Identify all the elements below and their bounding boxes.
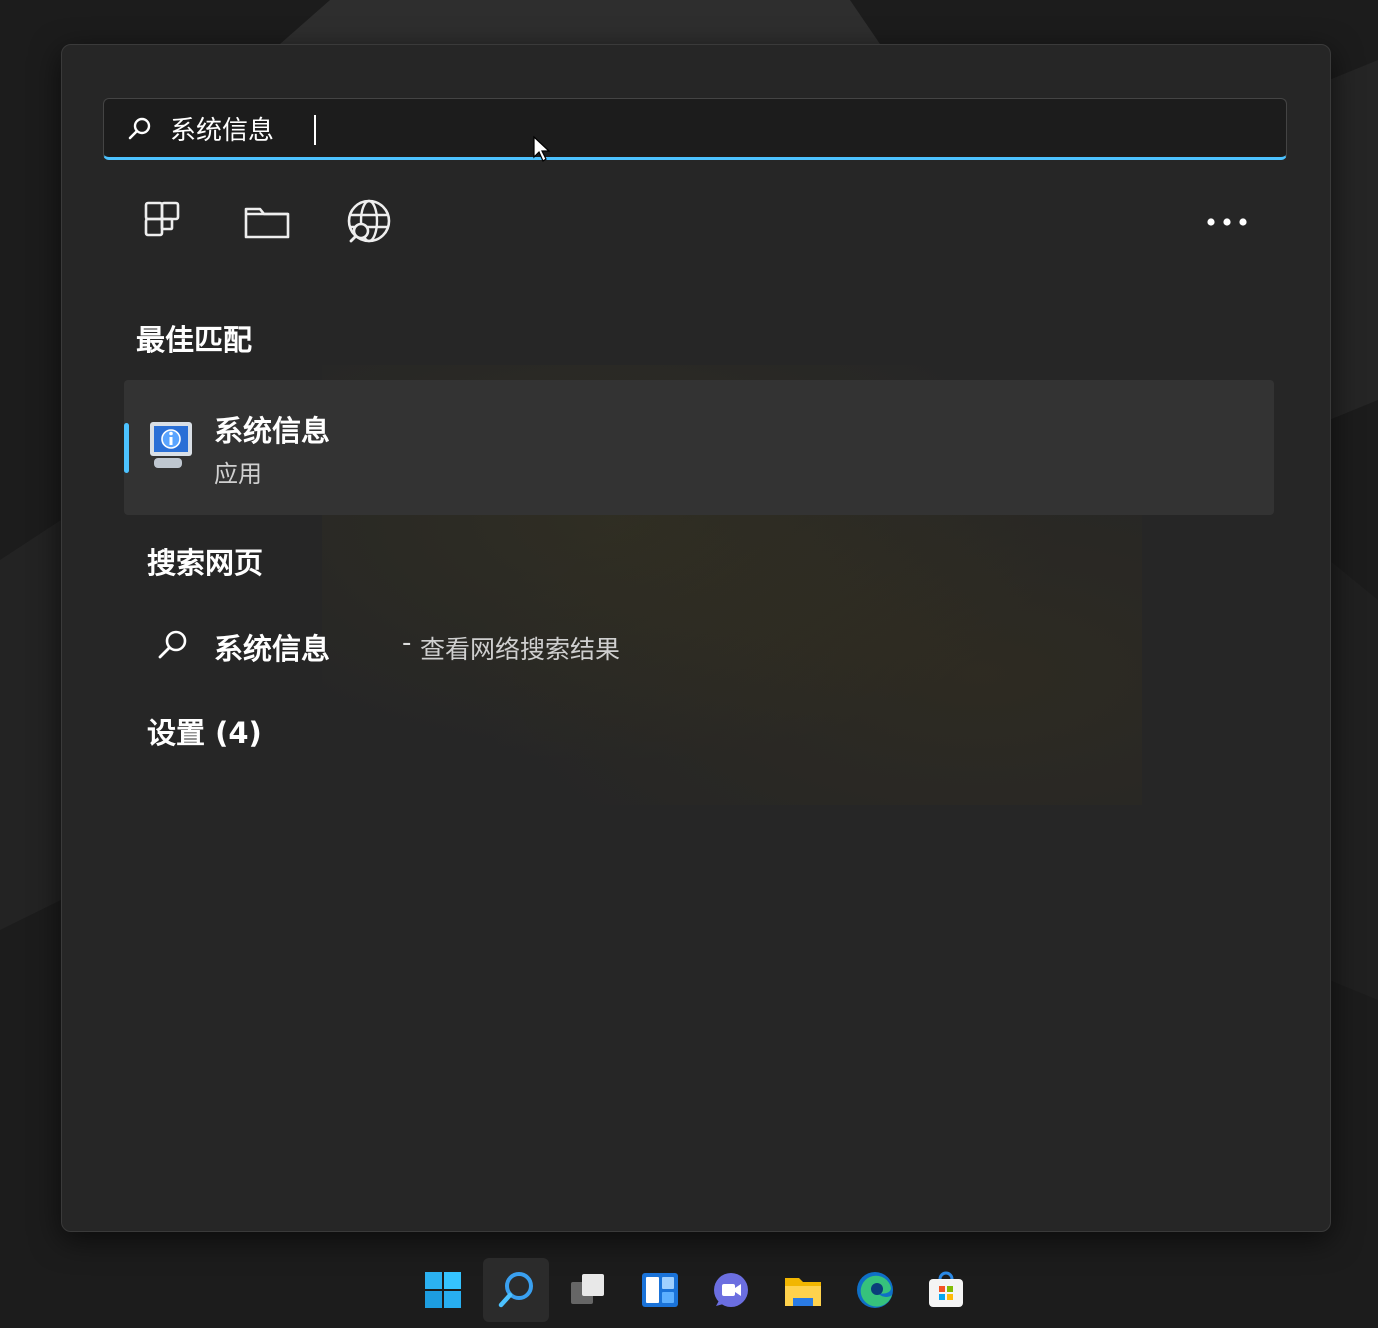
more-options-icon[interactable] [1202, 209, 1252, 235]
search-box[interactable] [103, 98, 1287, 160]
text-caret [314, 115, 316, 145]
teams-chat-icon [714, 1273, 748, 1307]
windows-start-icon [425, 1272, 461, 1308]
mouse-pointer-icon [533, 135, 551, 162]
selection-indicator [124, 423, 129, 473]
app-type: 应用 [214, 460, 262, 488]
taskbar [0, 1250, 1378, 1328]
chat-button[interactable] [698, 1258, 764, 1322]
web-query: 系统信息 [214, 632, 331, 666]
widgets-icon [642, 1273, 678, 1307]
edge-browser-icon [857, 1272, 893, 1308]
task-view-icon [571, 1274, 604, 1304]
best-match-heading: 最佳匹配 [136, 323, 253, 357]
settings-heading[interactable]: 设置 (4) [147, 710, 262, 752]
web-separator: - [402, 628, 412, 658]
app-name: 系统信息 [214, 414, 331, 448]
web-hint: 查看网络搜索结果 [420, 635, 621, 664]
microsoft-store-icon [929, 1271, 963, 1307]
task-view-button[interactable] [555, 1258, 621, 1322]
search-input[interactable] [170, 113, 1170, 143]
file-explorer-icon [785, 1278, 821, 1306]
best-match-item[interactable]: 系统信息 应用 [124, 380, 1274, 515]
search-icon [498, 1272, 533, 1308]
system-information-app-icon [150, 422, 192, 468]
taskbar-search-button[interactable] [483, 1258, 549, 1322]
search-icon [128, 117, 151, 140]
widgets-button[interactable] [627, 1258, 693, 1322]
search-panel: 最佳匹配 系统信息 应用 搜索网页 系统信息 - 查看网络搜索结果 设置 (4) [61, 44, 1331, 1232]
web-filter-icon[interactable] [344, 197, 394, 247]
web-search-result[interactable]: 系统信息 - 查看网络搜索结果 [152, 620, 752, 668]
store-button[interactable] [913, 1258, 979, 1322]
apps-filter-icon[interactable] [140, 197, 190, 247]
search-icon [158, 630, 187, 659]
file-explorer-button[interactable] [770, 1258, 836, 1322]
edge-button[interactable] [842, 1258, 908, 1322]
start-button[interactable] [410, 1258, 476, 1322]
search-web-heading: 搜索网页 [147, 546, 264, 580]
folder-filter-icon[interactable] [242, 197, 292, 247]
